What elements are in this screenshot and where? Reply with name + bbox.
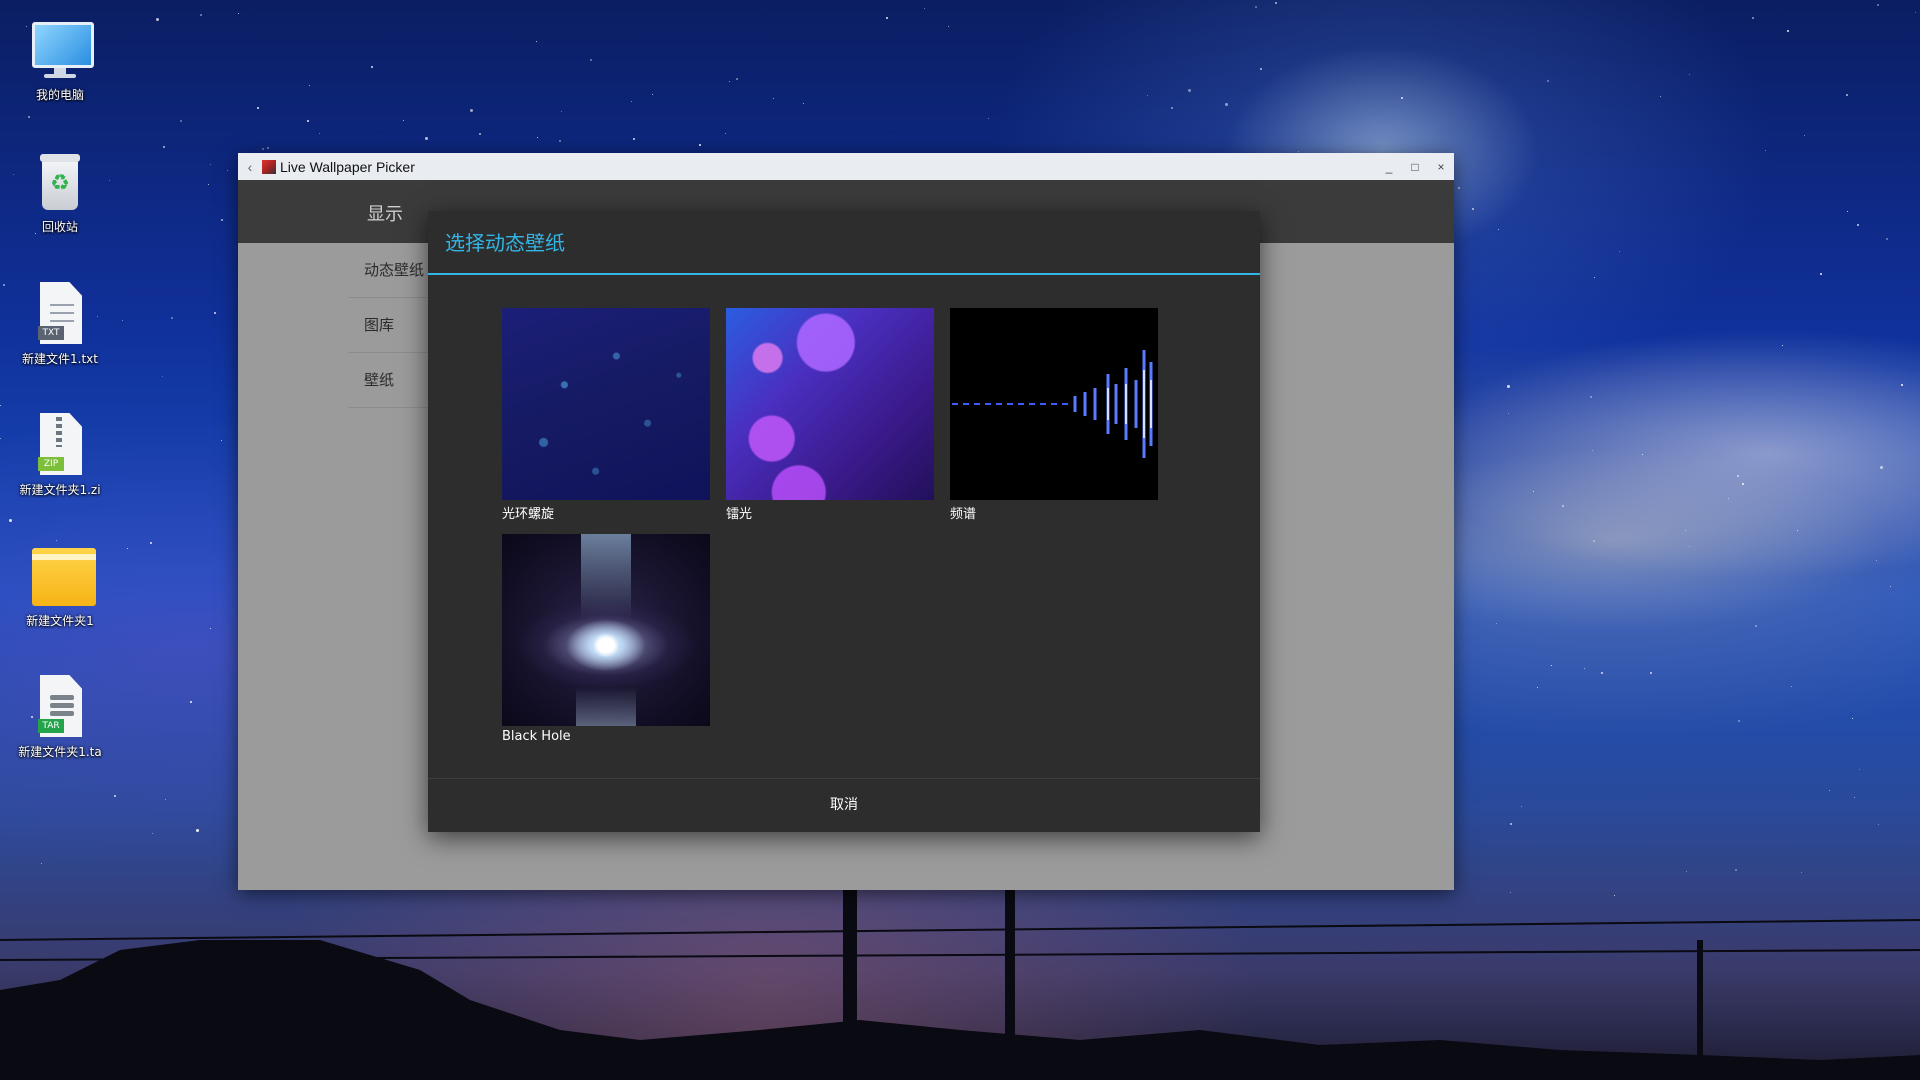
desktop-icon-folder[interactable]: 新建文件夹1: [16, 544, 104, 629]
wallpaper-name: 光环螺旋: [502, 507, 555, 522]
app-title: 显示: [367, 204, 403, 225]
cancel-button[interactable]: 取消: [428, 779, 1260, 832]
maximize-button[interactable]: □: [1402, 160, 1428, 174]
wallpaper-name: Black Hole: [502, 729, 571, 744]
back-icon[interactable]: ‹: [238, 159, 262, 175]
wallpaper-thumbnail: [502, 534, 710, 726]
desktop-icon-label: 新建文件夹1.ta: [18, 745, 102, 759]
wallpaper-thumbnail: [502, 308, 710, 500]
desktop-icon-recycle-bin[interactable]: ♻ 回收站: [16, 150, 104, 235]
close-button[interactable]: ×: [1428, 160, 1454, 174]
wallpaper-name: 频谱: [950, 507, 977, 522]
wallpaper-tile-spectrum[interactable]: 频谱: [950, 308, 1158, 522]
live-wallpaper-dialog: 选择动态壁纸 光环螺旋 镭光 频谱 Black Hole 取消: [428, 211, 1260, 832]
desktop-icon-label: 新建文件1.txt: [22, 352, 98, 366]
folder-icon: [28, 544, 96, 608]
wallpaper-thumbnail: [950, 308, 1158, 500]
desktop-icon-zip-file[interactable]: ZIP 新建文件夹1.zi: [16, 413, 104, 498]
wallpaper-name: 镭光: [726, 507, 753, 522]
dialog-title: 选择动态壁纸: [445, 231, 565, 255]
zip-file-icon: ZIP: [28, 413, 92, 477]
file-type-badge: TAR: [38, 719, 64, 733]
desktop-icon-tar-file[interactable]: TAR 新建文件夹1.ta: [16, 675, 104, 760]
app-icon: [262, 159, 276, 174]
window-titlebar[interactable]: ‹ Live Wallpaper Picker _ □ ×: [238, 153, 1454, 180]
computer-icon: [28, 18, 94, 82]
desktop-icon-my-computer[interactable]: 我的电脑: [16, 18, 104, 103]
recycle-bin-icon: ♻: [28, 150, 92, 214]
desktop-icon-txt-file[interactable]: TXT 新建文件1.txt: [16, 282, 104, 367]
desktop-icon-label: 新建文件夹1.zi: [19, 483, 101, 497]
minimize-button[interactable]: _: [1376, 160, 1402, 174]
tar-file-icon: TAR: [28, 675, 92, 739]
wallpaper-tile-laser[interactable]: 镭光: [726, 308, 934, 522]
desktop-icon-label: 回收站: [41, 220, 78, 234]
file-type-badge: ZIP: [38, 457, 64, 471]
desktop-icon-label: 新建文件夹1: [26, 614, 94, 628]
wallpaper-tile-halo-spiral[interactable]: 光环螺旋: [502, 308, 710, 522]
file-type-badge: TXT: [38, 326, 64, 340]
dialog-title-divider: [428, 273, 1260, 275]
wallpaper-tile-black-hole[interactable]: Black Hole: [502, 534, 710, 744]
wallpaper-silhouette: [0, 880, 1920, 1080]
desktop-icon-label: 我的电脑: [35, 88, 84, 102]
spectrum-waveform: [952, 350, 1153, 458]
wallpaper-thumbnail: [726, 308, 934, 500]
window-title: Live Wallpaper Picker: [280, 158, 415, 175]
txt-file-icon: TXT: [28, 282, 92, 346]
